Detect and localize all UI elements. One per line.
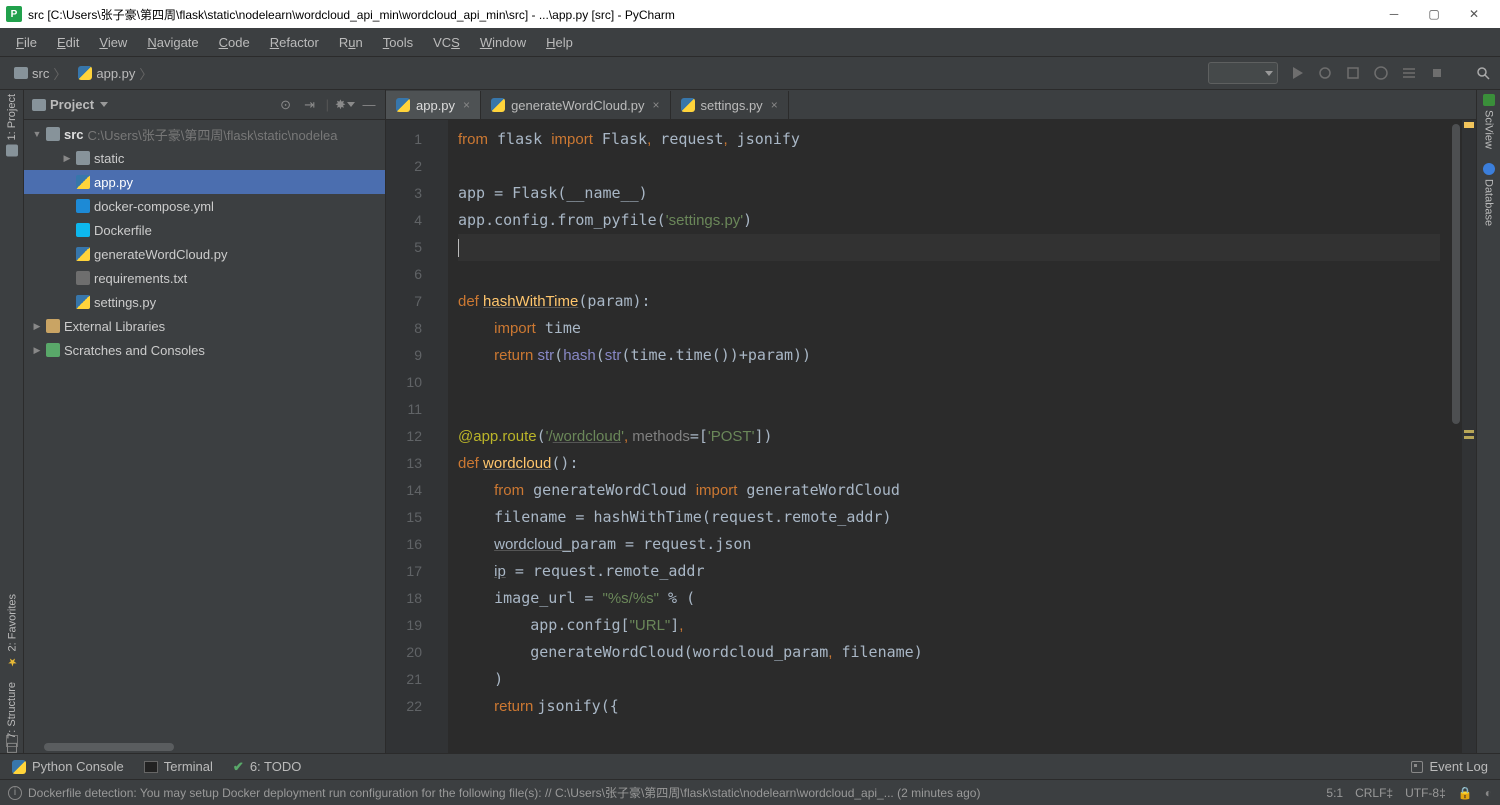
line-gutter: 12345678910111213141516171819202122 <box>386 120 430 753</box>
rail-favorites[interactable]: ★ 2: Favorites <box>6 594 19 668</box>
minimize-button[interactable]: ─ <box>1384 4 1404 24</box>
code-editor[interactable]: 12345678910111213141516171819202122 from… <box>386 120 1476 753</box>
terminal-tool[interactable]: Terminal <box>144 759 213 774</box>
app-icon: P <box>6 6 22 22</box>
window-title: src [C:\Users\张子豪\第四周\flask\static\nodel… <box>28 6 1384 23</box>
editor-tabs: app.py × generateWordCloud.py × settings… <box>386 90 1476 120</box>
tab-generatewordcloud[interactable]: generateWordCloud.py × <box>481 91 670 119</box>
python-icon <box>78 66 92 80</box>
tree-folder-static[interactable]: ▶ static <box>24 146 385 170</box>
code-content[interactable]: from flask import Flask, request, jsonif… <box>448 120 1450 753</box>
menu-refactor[interactable]: Refactor <box>262 33 327 52</box>
close-icon[interactable]: × <box>771 98 778 112</box>
collapse-icon[interactable]: ⇥ <box>302 97 318 113</box>
tree-file-requirements[interactable]: requirements.txt <box>24 266 385 290</box>
rail-sciview[interactable]: SciView <box>1483 94 1495 149</box>
breadcrumb-file[interactable]: app.py 〉 <box>72 62 158 85</box>
breadcrumb-root[interactable]: src 〉 <box>8 62 72 85</box>
sidebar-title[interactable]: Project <box>32 97 108 112</box>
file-encoding[interactable]: UTF-8‡ <box>1405 786 1446 800</box>
menu-window[interactable]: Window <box>472 33 534 52</box>
close-icon[interactable]: × <box>653 98 660 112</box>
menu-navigate[interactable]: Navigate <box>139 33 206 52</box>
inspection-icon[interactable]: ◐ <box>1485 786 1492 800</box>
debug-button[interactable] <box>1316 64 1334 82</box>
hide-icon[interactable]: — <box>361 97 377 113</box>
log-icon <box>1411 761 1423 773</box>
terminal-icon <box>144 761 158 773</box>
editor-scrollbar[interactable] <box>1450 120 1462 753</box>
coverage-button[interactable] <box>1344 64 1362 82</box>
tree-external-libs[interactable]: ▶ External Libraries <box>24 314 385 338</box>
menubar: File Edit View Navigate Code Refactor Ru… <box>0 28 1500 56</box>
tree-file-docker-compose[interactable]: docker-compose.yml <box>24 194 385 218</box>
python-icon <box>396 98 410 112</box>
breadcrumb-root-label: src <box>32 66 49 81</box>
bottom-toolbar: Python Console Terminal ✔ 6: TODO Event … <box>0 753 1500 779</box>
tree-file-generatewordcloud[interactable]: generateWordCloud.py <box>24 242 385 266</box>
python-icon <box>12 760 26 774</box>
menu-file[interactable]: File <box>8 33 45 52</box>
python-console-tool[interactable]: Python Console <box>12 759 124 774</box>
menu-help[interactable]: Help <box>538 33 581 52</box>
event-log-tool[interactable]: Event Log <box>1411 759 1488 774</box>
close-icon[interactable]: × <box>463 98 470 112</box>
info-icon[interactable]: i <box>8 786 22 800</box>
breadcrumb-file-label: app.py <box>96 66 135 81</box>
tab-settings[interactable]: settings.py × <box>671 91 789 119</box>
project-tree[interactable]: ▼ src C:\Users\张子豪\第四周\flask\static\node… <box>24 120 385 741</box>
rail-structure[interactable]: 7: Structure <box>6 682 18 753</box>
close-button[interactable]: ✕ <box>1464 4 1484 24</box>
menu-run[interactable]: Run <box>331 33 371 52</box>
main-area: 1: Project Project ⊙ ⇥ | ✸ — ▼ <box>0 90 1500 753</box>
folder-icon <box>14 67 28 79</box>
status-message: Dockerfile detection: You may setup Dock… <box>28 784 980 801</box>
profile-button[interactable] <box>1372 64 1390 82</box>
sidebar-scrollbar[interactable] <box>24 741 385 753</box>
navbar: src 〉 app.py 〉 <box>0 56 1500 90</box>
left-rail-bottom: ★ 2: Favorites 7: Structure <box>0 594 24 753</box>
statusbar: i Dockerfile detection: You may setup Do… <box>0 779 1500 805</box>
marker-strip[interactable] <box>1462 120 1476 753</box>
run-button[interactable] <box>1288 64 1306 82</box>
settings-icon[interactable]: ✸ <box>337 97 353 113</box>
tree-scratches[interactable]: ▶ Scratches and Consoles <box>24 338 385 362</box>
tree-root[interactable]: ▼ src C:\Users\张子豪\第四周\flask\static\node… <box>24 122 385 146</box>
tree-file-settings[interactable]: settings.py <box>24 290 385 314</box>
menu-view[interactable]: View <box>91 33 135 52</box>
caret-position[interactable]: 5:1 <box>1326 786 1343 800</box>
tree-file-app[interactable]: app.py <box>24 170 385 194</box>
rail-project[interactable]: 1: Project <box>6 94 18 156</box>
menu-edit[interactable]: Edit <box>49 33 87 52</box>
tab-app[interactable]: app.py × <box>386 91 481 119</box>
tree-file-dockerfile[interactable]: Dockerfile <box>24 218 385 242</box>
run-config-selector[interactable] <box>1208 62 1278 84</box>
project-sidebar: Project ⊙ ⇥ | ✸ — ▼ src C:\Users\张子豪\第四周… <box>24 90 386 753</box>
line-separator[interactable]: CRLF‡ <box>1355 786 1393 800</box>
locate-icon[interactable]: ⊙ <box>278 97 294 113</box>
search-button[interactable] <box>1474 64 1492 82</box>
menu-vcs[interactable]: VCS <box>425 33 468 52</box>
sidebar-header: Project ⊙ ⇥ | ✸ — <box>24 90 385 120</box>
todo-tool[interactable]: ✔ 6: TODO <box>233 759 301 775</box>
readonly-toggle[interactable]: 🔒 <box>1458 786 1473 800</box>
python-icon <box>681 98 695 112</box>
rail-database[interactable]: Database <box>1483 163 1495 226</box>
check-icon: ✔ <box>233 759 244 775</box>
stop-button[interactable] <box>1428 64 1446 82</box>
editor-area: app.py × generateWordCloud.py × settings… <box>386 90 1476 753</box>
maximize-button[interactable]: ▢ <box>1424 4 1444 24</box>
python-icon <box>491 98 505 112</box>
titlebar: P src [C:\Users\张子豪\第四周\flask\static\nod… <box>0 0 1500 28</box>
menu-tools[interactable]: Tools <box>375 33 421 52</box>
menu-code[interactable]: Code <box>211 33 258 52</box>
attach-button[interactable] <box>1400 64 1418 82</box>
fold-gutter[interactable] <box>430 120 448 753</box>
right-rail: SciView Database <box>1476 90 1500 753</box>
